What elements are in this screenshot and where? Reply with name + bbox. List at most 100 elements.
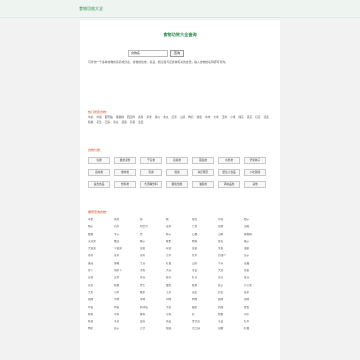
recommend-food-link[interactable]: 石榴 xyxy=(192,233,218,237)
recommend-food-link[interactable]: 猕猴桃 xyxy=(244,233,270,237)
recommend-food-link[interactable]: 酸奶 xyxy=(192,306,218,310)
hot-keyword-link[interactable]: 生姜 xyxy=(138,120,143,124)
recommend-food-link[interactable]: 羊肉 xyxy=(140,298,166,302)
recommend-food-link[interactable]: 南瓜 xyxy=(140,254,166,258)
category-button[interactable]: 乳类 xyxy=(140,169,162,176)
recommend-food-link[interactable]: 海带 xyxy=(244,313,270,317)
category-button[interactable]: 饮料类 xyxy=(114,181,136,188)
hot-keyword-link[interactable]: 燕麦 xyxy=(264,115,269,119)
hot-keyword-link[interactable]: 小米 xyxy=(230,115,235,119)
hot-keyword-link[interactable]: 玉米 xyxy=(222,115,227,119)
hot-keyword-link[interactable]: 核桃 xyxy=(88,120,93,124)
recommend-food-link[interactable]: 芋头 xyxy=(218,262,244,266)
category-button[interactable]: 干豆类 xyxy=(140,157,162,164)
recommend-food-link[interactable]: 松子 xyxy=(218,284,244,288)
recommend-food-link[interactable]: 螃蟹 xyxy=(218,313,244,317)
recommend-food-link[interactable]: 洋葱 xyxy=(140,269,166,273)
recommend-food-link[interactable]: 西瓜 xyxy=(114,225,140,229)
recommend-food-link[interactable]: 芒果 xyxy=(192,225,218,229)
category-button[interactable]: 鱼虾蟹贝 xyxy=(192,169,214,176)
recommend-food-link[interactable]: 萝卜 xyxy=(88,269,114,273)
category-button[interactable]: 谷类 xyxy=(88,157,110,164)
hot-keyword-link[interactable]: 猕猴桃 xyxy=(116,115,124,119)
category-button[interactable]: 油脂类 xyxy=(192,181,214,188)
recommend-food-link[interactable]: 虾 xyxy=(192,313,218,317)
recommend-food-link[interactable]: 丝瓜 xyxy=(192,254,218,258)
recommend-food-link[interactable]: 香蕉 xyxy=(114,218,140,222)
recommend-food-link[interactable]: 鲫鱼 xyxy=(140,313,166,317)
recommend-food-link[interactable]: 苦瓜 xyxy=(166,254,192,258)
recommend-food-link[interactable]: 冬瓜 xyxy=(114,254,140,258)
recommend-food-link[interactable]: 柚子 xyxy=(88,225,114,229)
recommend-food-link[interactable]: 荞麦 xyxy=(218,291,244,295)
hot-keyword-link[interactable]: 芹菜 xyxy=(130,120,135,124)
hot-keyword-link[interactable]: 南瓜 xyxy=(113,120,118,124)
recommend-food-link[interactable]: 白糖 xyxy=(218,327,244,331)
category-button[interactable]: 水果类 xyxy=(218,157,240,164)
recommend-food-link[interactable]: 龙眼 xyxy=(244,225,270,229)
recommend-food-link[interactable]: 开心果 xyxy=(244,284,270,288)
recommend-food-link[interactable]: 豆浆 xyxy=(114,276,140,280)
hot-keyword-link[interactable]: 牛肉 xyxy=(205,115,210,119)
recommend-food-link[interactable]: 蜂蜜 xyxy=(244,306,270,310)
recommend-food-link[interactable]: 番茄 xyxy=(88,262,114,266)
recommend-food-link[interactable]: 鹌鹑蛋 xyxy=(140,306,166,310)
recommend-food-link[interactable]: 薏米 xyxy=(244,291,270,295)
recommend-food-link[interactable]: 菠萝 xyxy=(166,225,192,229)
recommend-food-link[interactable]: 绿豆 xyxy=(166,276,192,280)
category-button[interactable]: 速食食品 xyxy=(88,181,110,188)
hot-keyword-link[interactable]: 绿豆 xyxy=(238,115,243,119)
recommend-food-link[interactable]: 杨梅 xyxy=(192,240,218,244)
recommend-food-link[interactable]: 菠菜 xyxy=(140,247,166,251)
hot-keyword-link[interactable]: 红枣 xyxy=(171,115,176,119)
recommend-food-link[interactable]: 糯米 xyxy=(140,291,166,295)
recommend-food-link[interactable]: 花生 xyxy=(88,284,114,288)
recommend-food-link[interactable]: 山楂 xyxy=(218,233,244,237)
recommend-food-link[interactable]: 奶酪 xyxy=(218,306,244,310)
hot-keyword-link[interactable]: 大米 xyxy=(213,115,218,119)
recommend-food-link[interactable]: 大蒜 xyxy=(166,269,192,273)
category-button[interactable]: 禽肉类 xyxy=(114,169,136,176)
hot-keyword-link[interactable]: 枸杞 xyxy=(188,115,193,119)
recommend-food-link[interactable]: 樱桃 xyxy=(88,233,114,237)
recommend-food-link[interactable]: 土豆 xyxy=(140,262,166,266)
hot-keyword-link[interactable]: 西红柿 xyxy=(127,115,135,119)
recommend-food-link[interactable]: 哈密瓜 xyxy=(140,225,166,229)
recommend-food-link[interactable]: 甘蔗 xyxy=(218,240,244,244)
category-button[interactable]: 畜肉类 xyxy=(88,169,110,176)
recommend-food-link[interactable]: 板栗 xyxy=(192,284,218,288)
recommend-food-link[interactable]: 鲤鱼 xyxy=(88,313,114,317)
recommend-food-link[interactable]: 红糖 xyxy=(244,327,270,331)
recommend-food-link[interactable]: 小白菜 xyxy=(114,247,140,251)
hot-keyword-link[interactable]: 苹果 xyxy=(146,115,151,119)
recommend-food-link[interactable]: 黑豆 xyxy=(218,276,244,280)
recommend-food-link[interactable]: 兔肉 xyxy=(244,298,270,302)
recommend-food-link[interactable]: 莲藕 xyxy=(244,262,270,266)
recommend-food-link[interactable]: 银耳 xyxy=(140,320,166,324)
recommend-food-link[interactable]: 辣椒 xyxy=(114,262,140,266)
category-button[interactable]: 其他 xyxy=(244,181,266,188)
search-input[interactable]: 食物名 xyxy=(128,50,168,57)
category-button[interactable]: 蔬菜类 xyxy=(166,157,188,164)
category-button[interactable]: 坚果种子 xyxy=(244,157,266,164)
recommend-food-link[interactable]: 红枣 xyxy=(244,320,270,324)
recommend-food-link[interactable]: 生菜 xyxy=(218,247,244,251)
recommend-food-link[interactable]: 桂圆 xyxy=(166,327,192,331)
recommend-food-link[interactable]: 柿子 xyxy=(166,233,192,237)
recommend-food-link[interactable]: 橙子 xyxy=(244,218,270,222)
hot-keyword-link[interactable]: 牛奶 xyxy=(88,115,93,119)
recommend-food-link[interactable]: 牛奶 xyxy=(166,306,192,310)
recommend-food-link[interactable]: 玉米 xyxy=(166,291,192,295)
recommend-food-link[interactable]: 胡萝卜 xyxy=(114,269,140,273)
recommend-food-link[interactable]: 平菇 xyxy=(218,320,244,324)
category-button[interactable]: 菌藻类 xyxy=(192,157,214,164)
search-button[interactable]: 查询 xyxy=(170,50,184,57)
hot-keyword-link[interactable]: 木瓜 xyxy=(163,115,168,119)
hot-keyword-link[interactable]: 蜂蜜 xyxy=(197,115,202,119)
hot-keyword-link[interactable]: 黑豆 xyxy=(247,115,252,119)
recommend-food-link[interactable]: 杏 xyxy=(140,233,166,237)
recommend-food-link[interactable]: 鸡肉 xyxy=(166,298,192,302)
recommend-food-link[interactable]: 火龙果 xyxy=(88,240,114,244)
category-button[interactable]: 含酒精饮料 xyxy=(140,181,162,188)
recommend-food-link[interactable]: 芹菜 xyxy=(166,247,192,251)
